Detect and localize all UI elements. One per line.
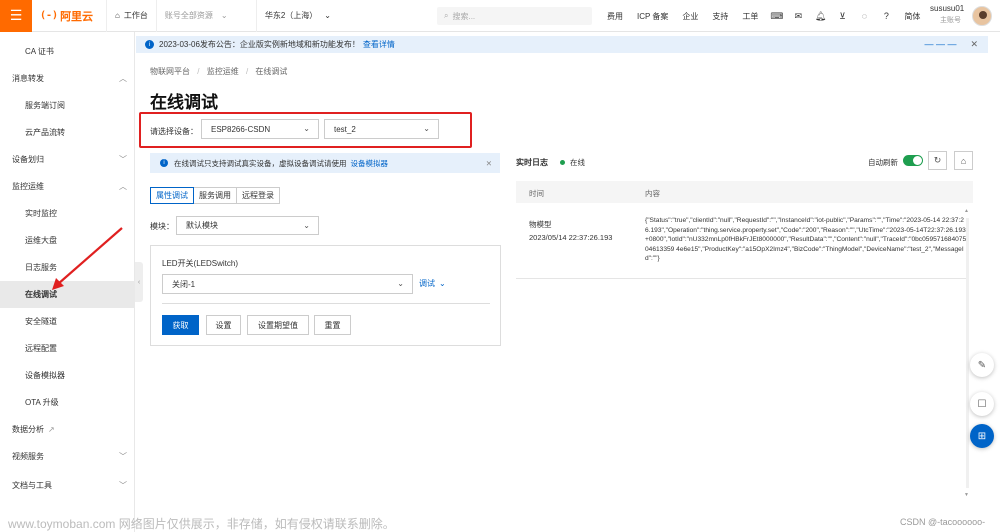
apps-icon[interactable]: ⊞ — [970, 424, 994, 448]
log-title: 实时日志 — [516, 158, 548, 167]
module-label: 模块： — [150, 222, 174, 231]
property-value-select[interactable]: 关闭-1 ⌄ — [162, 274, 413, 294]
user-name: sususu01 — [930, 4, 965, 13]
chevron-down-icon: ⌄ — [397, 279, 404, 288]
col-time: 时间 — [529, 189, 544, 198]
avatar[interactable] — [972, 6, 992, 26]
sidebar-group-video[interactable]: 视频服务 ﹀ — [0, 443, 135, 470]
auto-refresh-toggle[interactable] — [903, 155, 923, 166]
chevron-down-icon: ⌄ — [324, 11, 331, 20]
message-icon[interactable]: ✉ — [792, 11, 804, 22]
scroll-indicator-icon: — — — — [924, 39, 957, 49]
divider — [162, 303, 490, 304]
search-icon: ⌕ — [444, 11, 449, 20]
sidebar-item-ota[interactable]: OTA 升级 — [0, 389, 135, 416]
device-simulator-link[interactable]: 设备模拟器 — [351, 158, 389, 169]
online-status: 在线 — [560, 157, 585, 168]
log-type: 物模型 — [529, 220, 552, 229]
lightbulb-icon[interactable]: ◌ — [858, 11, 870, 21]
debug-tabs: 属性调试 服务调用 远程登录 — [150, 187, 280, 204]
scroll-down-icon[interactable]: ▼ — [964, 492, 969, 498]
property-panel: LED开关(LEDSwitch) 关闭-1 ⌄ 调试 ⌄ 获取 设置 设置期望值 重… — [150, 245, 501, 346]
search-input[interactable]: ⌕ 搜索... — [437, 7, 592, 25]
link-icp[interactable]: ICP 备案 — [637, 11, 668, 22]
chevron-down-icon: ⌄ — [439, 279, 446, 288]
language-select[interactable]: 简体 — [904, 11, 920, 22]
property-label: LED开关(LEDSwitch) — [162, 259, 239, 268]
debug-dropdown[interactable]: 调试 ⌄ — [419, 278, 446, 289]
chevron-down-icon: ﹀ — [119, 481, 127, 490]
chevron-down-icon: ⌄ — [220, 11, 228, 20]
log-content: {"Status":"true","clientId":"null","Requ… — [645, 217, 967, 262]
chevron-down-icon: ﹀ — [119, 452, 127, 461]
annotation-arrow — [52, 227, 123, 290]
breadcrumb-monitoring[interactable]: 监控运维 — [207, 67, 239, 76]
module-select[interactable]: 默认模块 ⌄ — [176, 216, 319, 235]
reset-button[interactable]: 重置 — [314, 315, 351, 335]
link-support[interactable]: 支持 — [712, 11, 728, 22]
watermark: www.toymoban.com 网络图片仅供展示，非存储，如有侵权请联系删除。 — [8, 517, 395, 531]
set-expected-button[interactable]: 设置期望值 — [247, 315, 309, 335]
chat-icon[interactable]: ☐ — [970, 392, 994, 416]
csdn-watermark: CSDN @-tacoooooo- — [900, 517, 986, 527]
sidebar-group-docs-tools[interactable]: 文档与工具 ﹀ — [0, 472, 135, 499]
close-icon[interactable]: ✕ — [486, 159, 492, 168]
link-enterprise[interactable]: 企业 — [682, 11, 698, 22]
get-button[interactable]: 获取 — [162, 315, 199, 335]
bell-icon[interactable]: 🔔︎ — [814, 11, 826, 22]
device-select-label: 请选择设备： — [150, 127, 198, 136]
announcement-controls: — — — ✕ — [924, 39, 978, 50]
announcement-bar: i 2023-03-06发布公告：企业版实例新地域和新功能发布！ 查看详情 — … — [136, 36, 988, 53]
sidebar-item-secure-tunnel[interactable]: 安全隧道 — [0, 308, 135, 335]
user-role: 主账号 — [940, 17, 961, 24]
link-ticket[interactable]: 工单 — [742, 11, 758, 22]
info-icon: i — [145, 40, 154, 49]
log-table-header: 时间 内容 — [516, 181, 973, 203]
chevron-down-icon: ⌄ — [303, 124, 310, 133]
edit-icon[interactable]: ✎ — [970, 353, 994, 377]
auto-refresh-label: 自动刷新 — [868, 158, 898, 167]
table-row: 物模型 2023/05/14 22:37:26.193 {"Status":"t… — [516, 207, 966, 279]
sidebar-group-data-analysis[interactable]: 数据分析 ↗ — [0, 416, 135, 443]
tab-remote-login[interactable]: 远程登录 — [236, 187, 280, 204]
tab-service-call[interactable]: 服务调用 — [193, 187, 237, 204]
refresh-icon[interactable]: ↻ — [928, 151, 947, 170]
region-select[interactable]: 华东2（上海） ⌄ — [255, 0, 348, 32]
top-bar-links: 费用 ICP 备案 企业 支持 工单 ⌨ ✉ 🔔︎ ⊻ ◌ ? 简体 — [600, 0, 927, 32]
sidebar-item-device-simulator[interactable]: 设备模拟器 — [0, 362, 135, 389]
clear-log-icon[interactable]: ⌂ — [954, 151, 973, 170]
chevron-down-icon: ⌄ — [303, 221, 310, 230]
link-billing[interactable]: 费用 — [607, 11, 623, 22]
breadcrumb-iot-platform[interactable]: 物联网平台 — [150, 67, 190, 76]
help-icon[interactable]: ? — [880, 11, 892, 21]
cart-icon[interactable]: ⊻ — [836, 11, 848, 22]
product-select[interactable]: ESP8266-CSDN ⌄ — [201, 119, 319, 139]
info-bar: i 在线调试只支持调试真实设备，虚拟设备调试请使用 设备模拟器 ✕ — [150, 153, 500, 173]
log-time: 2023/05/14 22:37:26.193 — [529, 233, 613, 242]
breadcrumb: 物联网平台 / 监控运维 / 在线调试 — [150, 67, 288, 76]
device-select[interactable]: test_2 ⌄ — [324, 119, 439, 139]
status-dot — [560, 160, 565, 165]
chevron-down-icon: ⌄ — [423, 124, 430, 133]
info-icon: i — [160, 159, 168, 167]
set-button[interactable]: 设置 — [206, 315, 241, 335]
scroll-track[interactable] — [966, 218, 969, 488]
breadcrumb-current: 在线调试 — [255, 67, 288, 76]
scroll-up-icon[interactable]: ▲ — [964, 208, 969, 214]
col-content: 内容 — [645, 189, 660, 198]
external-link-icon: ↗ — [48, 425, 55, 434]
user-menu[interactable]: sususu01 主账号 — [930, 4, 964, 25]
sidebar-item-remote-config[interactable]: 远程配置 — [0, 335, 135, 362]
log-scrollbar[interactable]: ▲ ▼ — [964, 208, 971, 500]
account-scope-select[interactable]: 账号全部资源 ⌄ — [155, 0, 256, 32]
close-icon[interactable]: ✕ — [970, 39, 978, 49]
terminal-icon[interactable]: ⌨ — [770, 11, 783, 22]
announcement-link[interactable]: 查看详情 — [363, 39, 395, 50]
page-title: 在线调试 — [150, 93, 218, 112]
tab-property-debug[interactable]: 属性调试 — [150, 187, 194, 204]
